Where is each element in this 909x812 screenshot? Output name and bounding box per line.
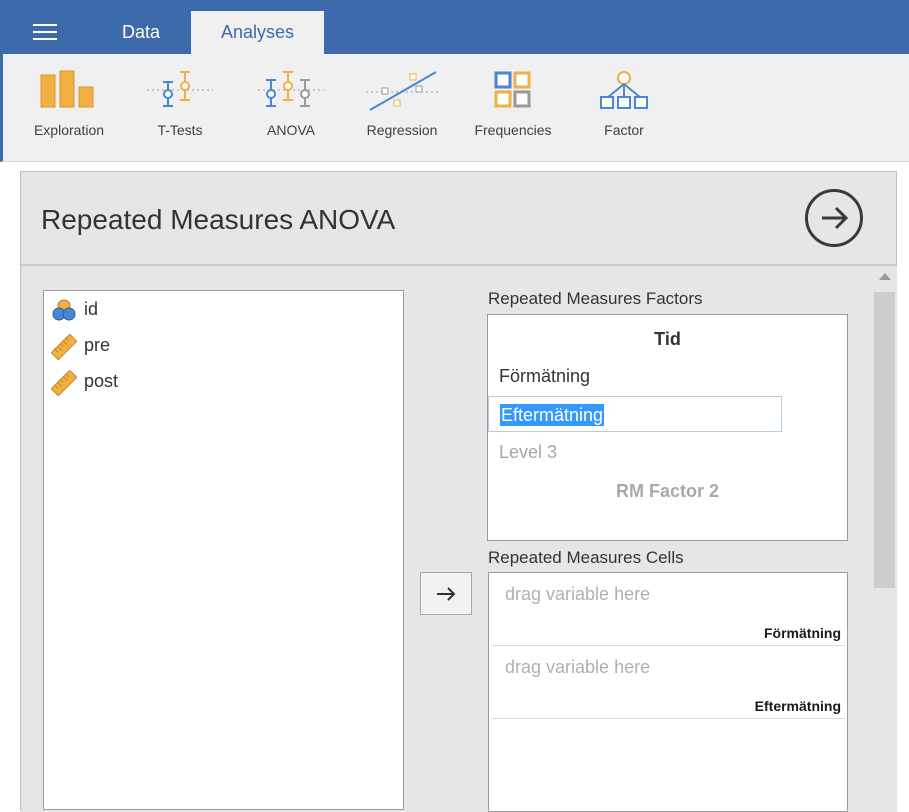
factor-level-2-input[interactable]: Eftermätning bbox=[488, 396, 782, 432]
rm-cell-1[interactable]: drag variable here Förmätning bbox=[492, 573, 845, 646]
ruler-icon bbox=[51, 370, 77, 396]
t-tests-icon bbox=[147, 71, 213, 107]
arrow-right-circle-icon bbox=[822, 206, 849, 230]
cell-level-label: Förmätning bbox=[764, 625, 841, 641]
cell-level-label: Eftermätning bbox=[754, 698, 841, 714]
variable-list[interactable]: id pre post bbox=[43, 290, 404, 810]
panel-scrollbar[interactable] bbox=[873, 266, 897, 812]
move-to-cells-button[interactable] bbox=[420, 572, 472, 615]
nominal-variable-icon bbox=[52, 299, 76, 321]
ruler-icon bbox=[51, 334, 77, 360]
rm-cells-box[interactable]: drag variable here Förmätning drag varia… bbox=[488, 572, 848, 812]
ribbon-label: Frequencies bbox=[474, 122, 552, 138]
variable-name: pre bbox=[84, 335, 111, 355]
selected-text: Eftermätning bbox=[500, 404, 605, 426]
add-rm-factor[interactable]: RM Factor 2 bbox=[488, 481, 847, 502]
ribbon-anova-button[interactable]: ANOVA bbox=[236, 54, 346, 154]
cell-placeholder: drag variable here bbox=[505, 584, 651, 604]
factor-icon bbox=[600, 71, 648, 109]
factor-level-1[interactable]: Förmätning bbox=[499, 366, 590, 387]
ribbon-factor-button[interactable]: Factor bbox=[569, 54, 679, 154]
factor-name[interactable]: Tid bbox=[488, 329, 847, 350]
cell-placeholder: drag variable here bbox=[505, 657, 651, 677]
frequencies-icon bbox=[494, 71, 531, 108]
analyses-ribbon: Exploration T-Tests ANOVA Regression Fre… bbox=[0, 54, 909, 162]
ribbon-label: Regression bbox=[366, 122, 438, 138]
ribbon-exploration-button[interactable]: Exploration bbox=[14, 54, 124, 154]
ribbon-label: Factor bbox=[604, 122, 644, 138]
top-menu-bar: Data Analyses bbox=[0, 0, 909, 54]
rm-cells-label: Repeated Measures Cells bbox=[488, 548, 684, 567]
anova-icon bbox=[258, 71, 324, 107]
rm-factors-label: Repeated Measures Factors bbox=[488, 289, 703, 308]
ribbon-regression-button[interactable]: Regression bbox=[347, 54, 457, 154]
panel-header: Repeated Measures ANOVA bbox=[21, 172, 896, 266]
analysis-options-panel: Repeated Measures ANOVA id pre post Repe… bbox=[20, 171, 897, 812]
variable-name: id bbox=[84, 299, 99, 319]
run-arrow-button[interactable] bbox=[805, 189, 863, 247]
rm-factors-box: Tid Förmätning Eftermätning Level 3 RM F… bbox=[487, 314, 848, 541]
ribbon-label: T-Tests bbox=[157, 122, 203, 138]
variable-name: post bbox=[84, 371, 119, 391]
hamburger-menu-icon[interactable] bbox=[33, 24, 57, 42]
page-title: Repeated Measures ANOVA bbox=[41, 204, 396, 235]
scroll-thumb[interactable] bbox=[874, 292, 895, 588]
factor-level-3[interactable]: Level 3 bbox=[499, 442, 557, 463]
scroll-up-arrow-icon[interactable] bbox=[879, 273, 891, 280]
ribbon-label: Exploration bbox=[33, 122, 105, 138]
rm-cell-2[interactable]: drag variable here Eftermätning bbox=[492, 646, 845, 719]
ribbon-t-tests-button[interactable]: T-Tests bbox=[125, 54, 235, 154]
ribbon-frequencies-button[interactable]: Frequencies bbox=[458, 54, 568, 154]
tab-data[interactable]: Data bbox=[105, 11, 177, 54]
exploration-icon bbox=[40, 70, 94, 108]
ribbon-label: ANOVA bbox=[267, 122, 315, 138]
regression-icon bbox=[366, 71, 438, 111]
arrow-right-icon bbox=[437, 587, 456, 601]
tab-analyses[interactable]: Analyses bbox=[191, 11, 324, 54]
